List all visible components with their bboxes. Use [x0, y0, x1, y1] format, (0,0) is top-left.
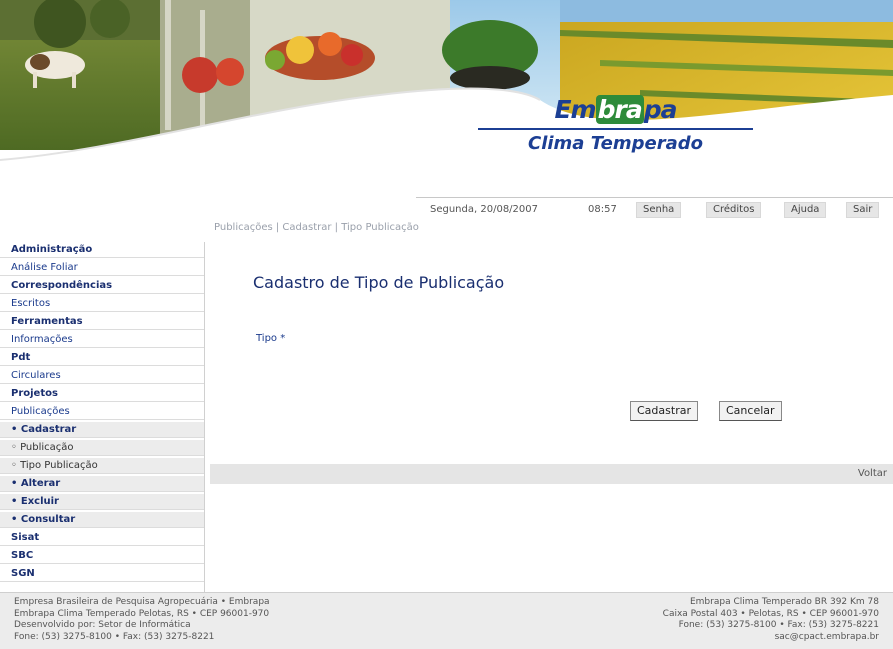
- tipo-field-label: Tipo *: [256, 333, 286, 344]
- sidebar-item-alterar[interactable]: • Alterar: [0, 476, 204, 492]
- sidebar-nav: Administração Análise Foliar Correspondê…: [0, 242, 205, 592]
- sidebar-item-projetos[interactable]: Projetos: [0, 386, 204, 402]
- embrapa-wordmark: Embrapa: [478, 95, 753, 124]
- voltar-link[interactable]: Voltar: [858, 468, 887, 479]
- sidebar-item-informacoes[interactable]: Informações: [0, 332, 204, 348]
- current-date: Segunda, 20/08/2007: [430, 204, 538, 215]
- embrapa-logo[interactable]: Embrapa Clima Temperado: [478, 95, 753, 155]
- sidebar-item-publicacao[interactable]: ◦ Publicação: [0, 440, 204, 456]
- page-title: Cadastro de Tipo de Publicação: [253, 273, 505, 292]
- breadcrumb: Publicações | Cadastrar | Tipo Publicaçã…: [214, 222, 419, 233]
- cancelar-button[interactable]: Cancelar: [719, 401, 782, 421]
- sidebar-item-pdt[interactable]: Pdt: [0, 350, 204, 366]
- footer-left-line: Fone: (53) 3275-8100 • Fax: (53) 3275-82…: [14, 631, 215, 642]
- bottom-action-strip: Voltar: [210, 464, 893, 484]
- banner-photo-collage: [0, 0, 893, 196]
- footer-right-line: Fone: (53) 3275-8100 • Fax: (53) 3275-82…: [678, 620, 879, 630]
- sidebar-item-publicacoes[interactable]: Publicações: [0, 404, 204, 420]
- logo-word-suffix: pa: [643, 95, 678, 124]
- sidebar-item-cadastrar[interactable]: • Cadastrar: [0, 422, 204, 438]
- sidebar-item-excluir[interactable]: • Excluir: [0, 494, 204, 510]
- top-bar: Segunda, 20/08/2007 08:57 Senha Créditos…: [416, 197, 893, 220]
- footer-right: Embrapa Clima Temperado BR 392 Km 78 Cai…: [663, 597, 879, 643]
- cadastrar-button[interactable]: Cadastrar: [630, 401, 698, 421]
- sidebar-item-analise-foliar[interactable]: Análise Foliar: [0, 260, 204, 276]
- sidebar-item-sbc[interactable]: SBC: [0, 548, 204, 564]
- footer-email-link[interactable]: sac@cpact.embrapa.br: [663, 632, 879, 644]
- logo-word-prefix: Em: [554, 95, 596, 124]
- sidebar-item-sgn[interactable]: SGN: [0, 566, 204, 582]
- logo-subtitle: Clima Temperado: [527, 133, 703, 154]
- sidebar-item-escritos[interactable]: Escritos: [0, 296, 204, 312]
- footer-left-line: Desenvolvido por: Setor de Informática: [14, 620, 191, 630]
- current-time: 08:57: [588, 204, 617, 215]
- sidebar-item-tipo-publicacao[interactable]: ◦ Tipo Publicação: [0, 458, 204, 474]
- footer-right-line: Caixa Postal 403 • Pelotas, RS • CEP 960…: [662, 608, 879, 619]
- menu-creditos[interactable]: Créditos: [706, 202, 762, 218]
- logo-divider: [478, 128, 753, 130]
- sidebar-item-administracao[interactable]: Administração: [0, 242, 204, 258]
- menu-sair[interactable]: Sair: [846, 202, 880, 218]
- footer-right-line: Embrapa Clima Temperado BR 392 Km 78: [689, 597, 879, 607]
- menu-ajuda[interactable]: Ajuda: [784, 202, 827, 218]
- footer-left-line: Empresa Brasileira de Pesquisa Agropecuá…: [14, 597, 270, 607]
- sidebar-item-consultar[interactable]: • Consultar: [0, 512, 204, 528]
- header-banner: Embrapa Clima Temperado: [0, 0, 893, 196]
- menu-senha[interactable]: Senha: [636, 202, 682, 218]
- page-footer: Empresa Brasileira de Pesquisa Agropecuá…: [0, 592, 893, 649]
- sidebar-item-sisat[interactable]: Sisat: [0, 530, 204, 546]
- footer-left-line: Embrapa Clima Temperado Pelotas, RS • CE…: [14, 608, 270, 619]
- sidebar-item-ferramentas[interactable]: Ferramentas: [0, 314, 204, 330]
- sidebar-item-circulares[interactable]: Circulares: [0, 368, 204, 384]
- sidebar-item-correspondencias[interactable]: Correspondências: [0, 278, 204, 294]
- footer-left: Empresa Brasileira de Pesquisa Agropecuá…: [14, 597, 270, 643]
- logo-word-mid: bra: [595, 95, 644, 124]
